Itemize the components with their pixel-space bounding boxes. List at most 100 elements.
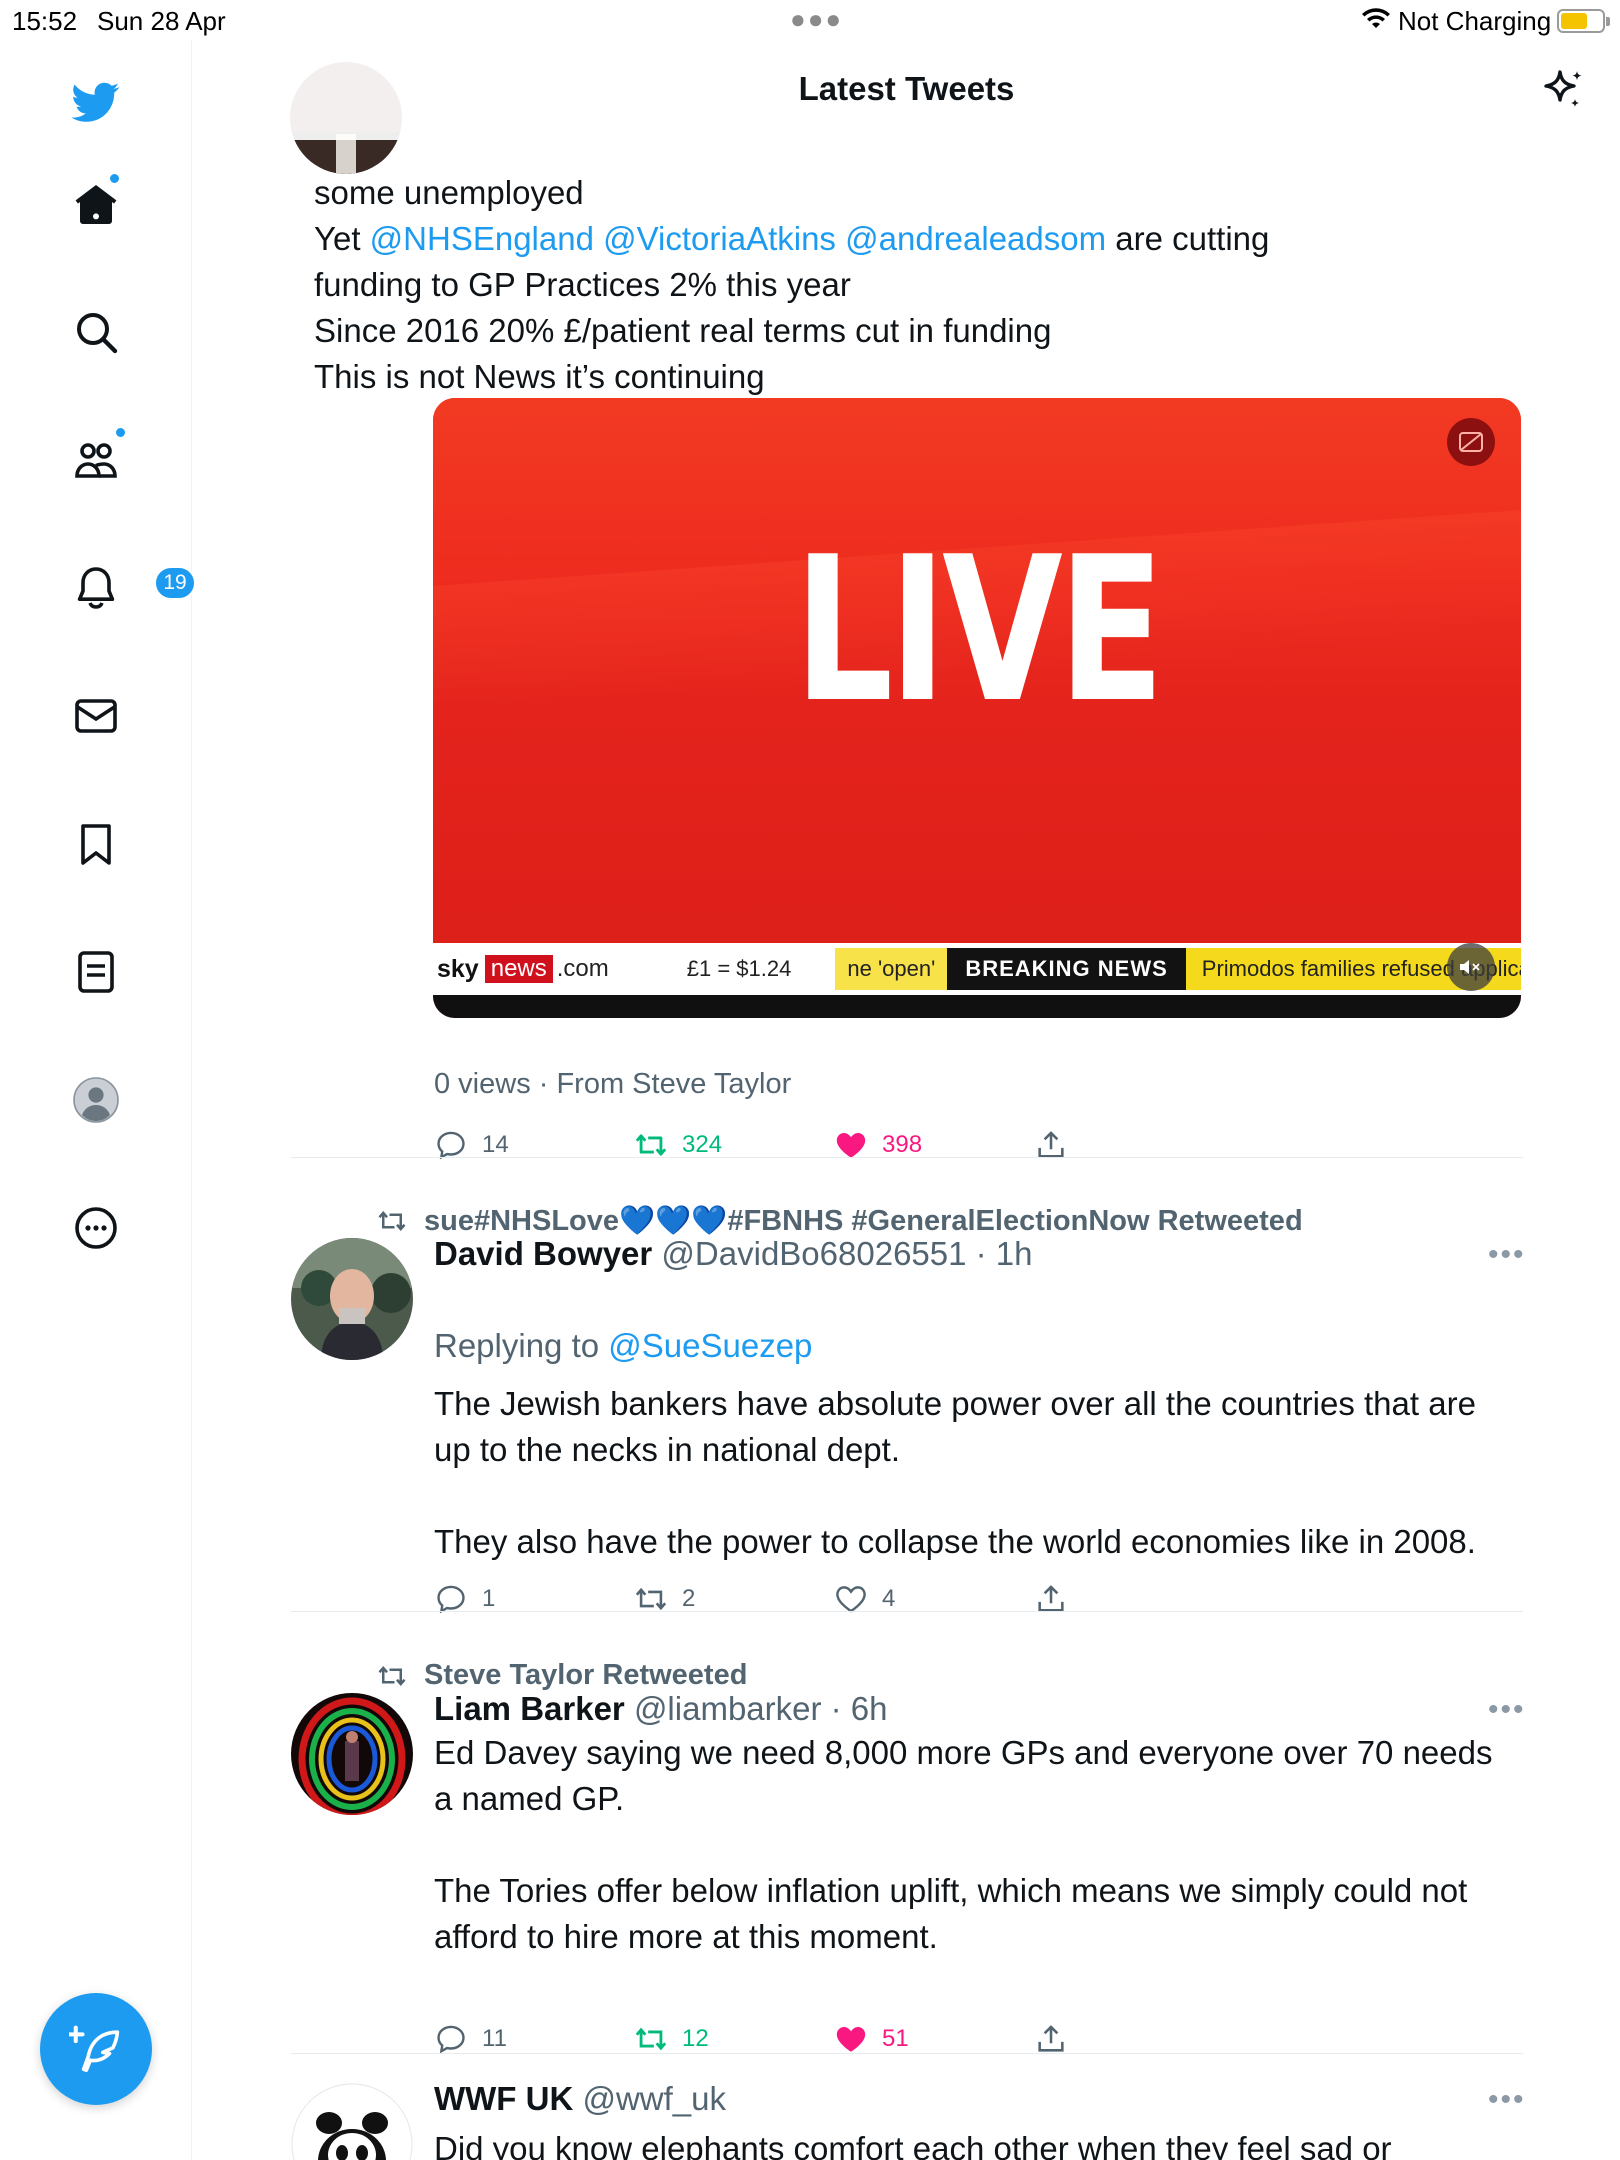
- tweet3-reply-button[interactable]: 11: [434, 2022, 507, 2056]
- tweet3-author-line[interactable]: Liam Barker @liambarker · 6h: [434, 1690, 888, 1728]
- communities-unread-dot: [114, 426, 127, 439]
- tweet-divider: [291, 1157, 1523, 1158]
- tweet1-line-2: Yet @NHSEngland @VictoriaAtkins @andreal…: [314, 216, 1534, 262]
- tweet1-text: some unemployed Yet @NHSEngland @Victori…: [314, 170, 1534, 400]
- compose-feather-icon: [69, 2025, 120, 2072]
- tweet1-views-source: 0 views · From Steve Taylor: [434, 1068, 792, 1100]
- share-icon: [1038, 2025, 1064, 2052]
- tweet3-retweeted-by[interactable]: Steve Taylor Retweeted: [374, 1659, 747, 1692]
- tweet2-retweeted-by[interactable]: sue#NHSLove💙💙💙#FBNHS #GeneralElectionNow…: [374, 1204, 1303, 1238]
- retweet-small-icon: [378, 1665, 406, 1686]
- tweet2-line-1: The Jewish bankers have absolute power o…: [434, 1385, 1476, 1422]
- tweet3-retweeted-by-label: Steve Taylor Retweeted: [424, 1659, 748, 1691]
- closed-captions-icon[interactable]: [1447, 418, 1495, 466]
- tweet3-retweet-button[interactable]: 12: [634, 2022, 709, 2056]
- multitasking-dots-icon[interactable]: ●●●: [790, 4, 843, 35]
- tweet3-handle-time: @liambarker · 6h: [633, 1690, 888, 1727]
- tweet2-more-icon[interactable]: •••: [1488, 1238, 1526, 1272]
- sparkle-timeline-toggle-icon[interactable]: [1536, 62, 1592, 118]
- tweet1-line-3: funding to GP Practices 2% this year: [314, 266, 851, 303]
- heart-filled-icon: [836, 2026, 866, 2052]
- tweet4-author-name[interactable]: WWF UK: [434, 2080, 573, 2117]
- tweet2-handle-time: @DavidBo68026551 · 1h: [661, 1235, 1033, 1272]
- tweet2-replying-prefix: Replying to: [434, 1327, 609, 1364]
- tweet2-author-avatar[interactable]: [291, 1238, 413, 1360]
- ticker-breaking-news: BREAKING NEWS: [947, 948, 1186, 990]
- tweet3-actions: 11 12 51: [434, 2022, 1534, 2062]
- tweet2-line-3: [434, 1473, 1544, 1519]
- home-icon[interactable]: [56, 164, 136, 244]
- retweet-icon: [635, 2027, 667, 2051]
- timeline-header: Latest Tweets: [193, 40, 1620, 140]
- tweet2-line-4: They also have the power to collapse the…: [434, 1523, 1476, 1560]
- tweet2-actions: 1 2 4: [434, 1582, 1534, 1622]
- more-options-icon[interactable]: [56, 1188, 136, 1268]
- tweet3-line-2: a named GP.: [434, 1780, 625, 1817]
- search-icon[interactable]: [56, 292, 136, 372]
- retweet-small-icon: [378, 1210, 406, 1232]
- tweet1-actions: 14 324 398: [434, 1128, 1534, 1168]
- notification-count-badge: 19: [154, 566, 196, 600]
- ticker-exchange-rate: £1 = $1.24: [686, 956, 792, 981]
- tweet1-video-player[interactable]: LIVE sky news .com £1 = $1.24 ne 'open' …: [433, 398, 1521, 1018]
- tweet3-author-avatar[interactable]: [291, 1693, 413, 1815]
- bookmark-icon[interactable]: [56, 804, 136, 884]
- tweet2-retweeted-by-label: sue#NHSLove💙💙💙#FBNHS #GeneralElectionNow…: [424, 1205, 1303, 1237]
- communities-icon[interactable]: [56, 420, 136, 500]
- tweet2-author-line[interactable]: David Bowyer @DavidBo68026551 · 1h: [434, 1235, 1033, 1273]
- mention-andrealeadsom[interactable]: @andrealeadsom: [845, 220, 1106, 257]
- tweet3-reply-count: 11: [482, 2025, 507, 2052]
- tweet3-author-name[interactable]: Liam Barker: [434, 1690, 625, 1727]
- video-live-text: LIVE: [793, 514, 1165, 747]
- video-bottom-bar: [433, 995, 1521, 1018]
- mention-suesuezep[interactable]: @SueSuezep: [608, 1327, 812, 1364]
- tweet2-replying: Replying to @SueSuezep: [434, 1323, 812, 1369]
- tweet3-retweet-count: 12: [682, 2025, 709, 2052]
- tweet4-more-icon[interactable]: •••: [1488, 2083, 1526, 2117]
- tweet1-like-count: 398: [882, 1131, 923, 1158]
- tweet2-retweet-count: 2: [682, 1585, 696, 1612]
- tweet1-line-2-rest: are cutting: [1115, 220, 1270, 257]
- timeline[interactable]: some unemployed Yet @NHSEngland @Victori…: [193, 40, 1620, 2160]
- tweet2-like-count: 4: [882, 1585, 896, 1612]
- tweet2-text: The Jewish bankers have absolute power o…: [434, 1381, 1544, 1565]
- mention-victoriaatkins[interactable]: @VictoriaAtkins: [603, 220, 836, 257]
- mention-nhsengland[interactable]: @NHSEngland: [370, 220, 594, 257]
- tweet3-like-button[interactable]: 51: [834, 2022, 909, 2056]
- compose-tweet-button[interactable]: [40, 1993, 152, 2105]
- tweet4-author-avatar[interactable]: [291, 2083, 413, 2160]
- tweet4-author-line[interactable]: WWF UK @wwf_uk: [434, 2080, 726, 2118]
- tweet3-text: Ed Davey saying we need 8,000 more GPs a…: [434, 1730, 1544, 1960]
- tweet4-text: Did you know elephants comfort each othe…: [434, 2130, 1392, 2160]
- tweet2-author-name[interactable]: David Bowyer: [434, 1235, 652, 1272]
- status-bar: 15:52 Sun 28 Apr ●●● Not Charging: [0, 0, 1620, 40]
- tweet2-line-2: up to the necks in national dept.: [434, 1431, 900, 1468]
- charging-status: Not Charging: [1398, 6, 1552, 36]
- tweet3-line-5: afford to hire more at this moment.: [434, 1918, 938, 1955]
- profile-avatar-icon[interactable]: [56, 1060, 136, 1140]
- mute-icon[interactable]: [1447, 943, 1495, 991]
- status-date: Sun 28 Apr: [97, 6, 226, 36]
- tweet2-reply-count: 1: [482, 1585, 496, 1612]
- messages-envelope-icon[interactable]: [56, 676, 136, 756]
- tweet1-reply-count: 14: [482, 1131, 509, 1158]
- home-unread-dot: [108, 172, 121, 185]
- status-time: 15:52: [12, 6, 78, 36]
- twitter-logo-icon[interactable]: [56, 62, 136, 142]
- reply-icon: [437, 2025, 465, 2054]
- sidebar: 19: [0, 40, 196, 2160]
- tweet3-line-3: [434, 1822, 1544, 1868]
- tweet3-more-icon[interactable]: •••: [1488, 1693, 1526, 1727]
- tweet3-line-1: Ed Davey saying we need 8,000 more GPs a…: [434, 1734, 1493, 1771]
- lists-icon[interactable]: [56, 932, 136, 1012]
- wifi-icon: [1362, 6, 1390, 37]
- tweet-divider: [291, 2053, 1523, 2054]
- tweet1-line-1: some unemployed: [314, 174, 584, 211]
- page-title: Latest Tweets: [798, 70, 1015, 107]
- tweet1-line-5: This is not News it’s continuing: [314, 358, 765, 395]
- video-news-ticker: sky news .com £1 = $1.24 ne 'open' BREAK…: [433, 943, 1521, 995]
- tweet3-line-4: The Tories offer below inflation uplift,…: [434, 1872, 1468, 1909]
- tweet3-like-count: 51: [882, 2025, 909, 2052]
- tweet3-share-button[interactable]: [1034, 2022, 1068, 2056]
- notifications-bell-icon[interactable]: 19: [56, 548, 196, 628]
